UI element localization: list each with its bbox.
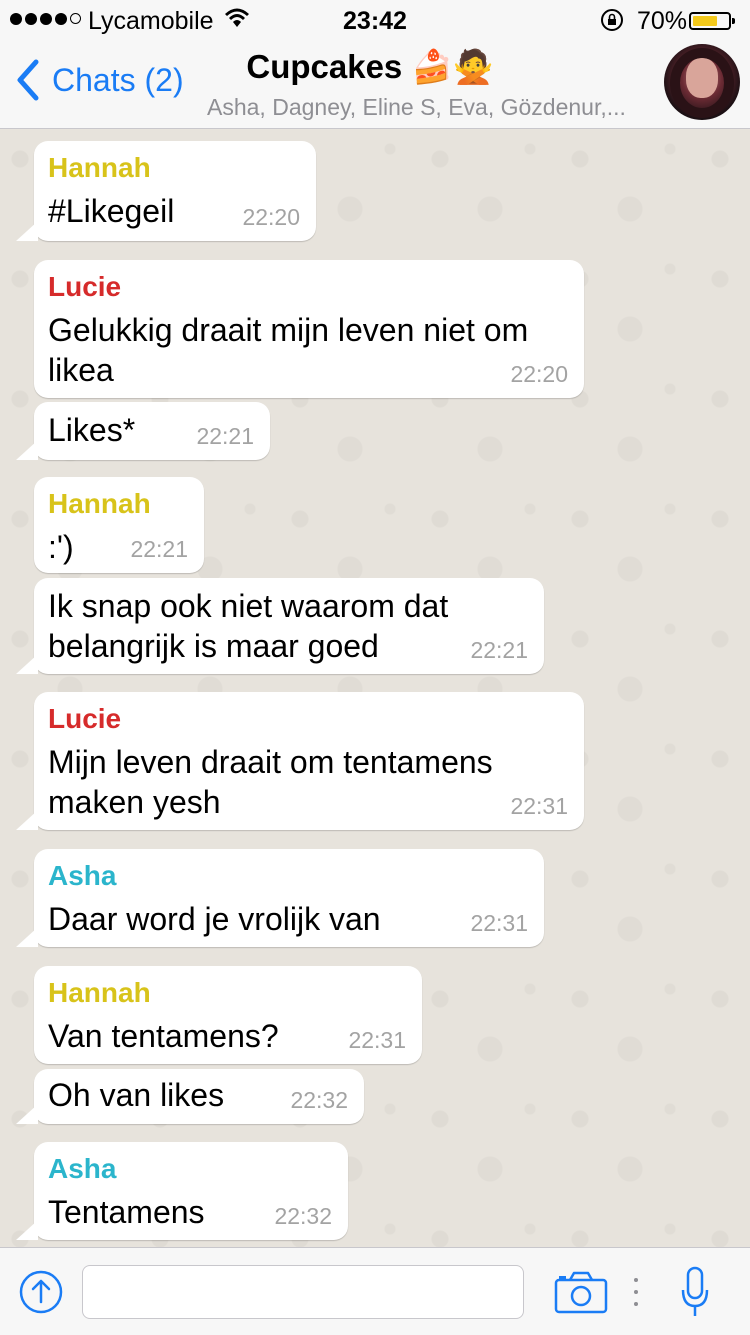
message-time: 22:20 (242, 204, 300, 230)
microphone-icon[interactable] (680, 1266, 710, 1318)
message-sender: Lucie (48, 271, 122, 302)
message-time: 22:21 (130, 536, 188, 562)
camera-icon[interactable] (554, 1270, 608, 1314)
message-bubble[interactable]: Ik snap ook niet waarom dat belangrijk i… (16, 578, 544, 674)
message-time: 22:20 (510, 361, 568, 387)
message-sender: Lucie (48, 703, 122, 734)
message-text: Gelukkig draait mijn leven niet om likea (48, 312, 529, 388)
back-label: Chats (2) (52, 61, 184, 98)
message-bubble[interactable]: Lucie Gelukkig draait mijn leven niet om… (34, 260, 584, 398)
message-time: 22:31 (510, 793, 568, 819)
message-text: Mijn leven draait om tentamens maken yes… (48, 744, 493, 820)
message-time: 22:31 (348, 1027, 406, 1053)
message-sender: Asha (48, 1153, 117, 1184)
back-button[interactable]: Chats (2) (14, 58, 184, 102)
chat-area[interactable]: Hannah #Likegeil 22:20 Lucie Gelukkig dr… (0, 129, 750, 1247)
message-bubble[interactable]: Hannah :') 22:21 (34, 477, 204, 573)
message-time: 22:21 (470, 637, 528, 663)
message-sender: Asha (48, 860, 117, 891)
chevron-left-icon (17, 59, 39, 101)
message-sender: Hannah (48, 152, 151, 183)
message-sender: Hannah (48, 977, 151, 1008)
battery-percent: 70% (637, 7, 688, 35)
message-bubble[interactable]: Lucie Mijn leven draait om tentamens mak… (16, 692, 584, 830)
upload-arrow-icon[interactable] (18, 1269, 64, 1315)
participants-list[interactable]: Asha, Dagney, Eline S, Eva, Gözdenur,... (207, 94, 657, 121)
message-time: 22:31 (470, 910, 528, 936)
message-input[interactable] (82, 1265, 524, 1319)
battery-icon (689, 12, 735, 30)
chat-title-text: Cupcakes (246, 48, 403, 85)
composer-bar (0, 1247, 750, 1335)
more-dots-icon[interactable] (630, 1272, 642, 1312)
message-bubble[interactable]: Asha Daar word je vrolijk van 22:31 (16, 849, 544, 947)
message-sender: Hannah (48, 488, 151, 519)
group-avatar[interactable] (664, 44, 740, 120)
message-bubble[interactable]: Oh van likes 22:32 (16, 1069, 364, 1124)
message-text: Daar word je vrolijk van (48, 901, 381, 937)
message-bubble[interactable]: Hannah #Likegeil 22:20 (16, 141, 316, 241)
status-bar: Lycamobile 23:42 70% (0, 0, 750, 40)
message-text: Ik snap ook niet waarom dat belangrijk i… (48, 588, 449, 664)
message-time: 22:21 (196, 423, 254, 449)
message-bubble[interactable]: Likes* 22:21 (16, 402, 270, 460)
message-bubble[interactable]: Asha Tentamens 22:32 (16, 1142, 348, 1240)
rotation-lock-icon (600, 8, 624, 39)
chat-title[interactable]: Cupcakes 🍰🙅 (200, 48, 540, 87)
chat-title-emoji: 🍰🙅 (411, 48, 494, 85)
nav-bar: Chats (2) Cupcakes 🍰🙅 Asha, Dagney, Elin… (0, 40, 750, 129)
message-time: 22:32 (274, 1203, 332, 1229)
message-bubble[interactable]: Hannah Van tentamens? 22:31 (34, 966, 422, 1064)
message-time: 22:32 (290, 1087, 348, 1113)
